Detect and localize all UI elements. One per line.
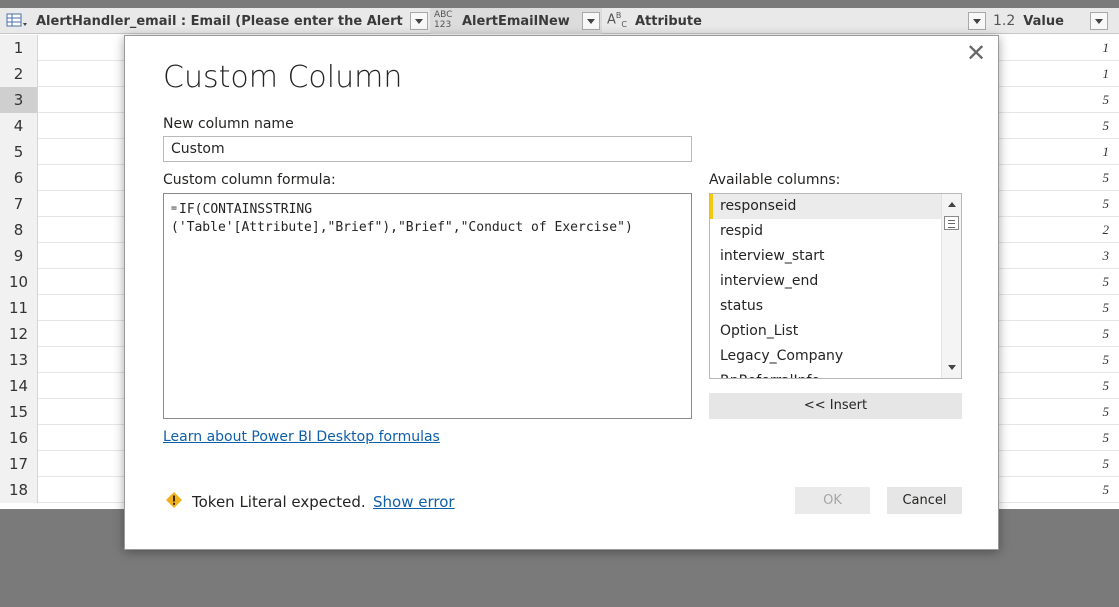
- row-number[interactable]: 2: [0, 61, 38, 87]
- type-decimal-icon: 1.2: [993, 13, 1016, 29]
- available-column-item[interactable]: status: [710, 294, 961, 319]
- type-any-icon: ABC 123: [434, 10, 453, 30]
- available-column-item[interactable]: interview_end: [710, 269, 961, 294]
- formula-line: ('Table'[Attribute],"Brief"),"Brief","Co…: [171, 220, 633, 235]
- list-scrollbar[interactable]: [941, 194, 961, 378]
- column-filter-dropdown[interactable]: [1090, 12, 1108, 30]
- error-message: Token Literal expected.: [192, 493, 366, 511]
- value-cell[interactable]: 1: [1103, 61, 1110, 87]
- row-number[interactable]: 16: [0, 425, 38, 451]
- scroll-down-icon[interactable]: [948, 365, 956, 370]
- row-number[interactable]: 7: [0, 191, 38, 217]
- value-cell[interactable]: 5: [1103, 113, 1110, 139]
- column-header-label: AlertEmailNew: [462, 13, 570, 29]
- formula-label: Custom column formula:: [163, 172, 336, 188]
- available-column-item[interactable]: responseid: [710, 194, 961, 219]
- warning-icon: [166, 492, 182, 508]
- value-cell[interactable]: 5: [1103, 347, 1110, 373]
- close-icon[interactable]: ✕: [964, 41, 988, 66]
- value-cell[interactable]: 5: [1103, 87, 1110, 113]
- value-cell[interactable]: 5: [1103, 165, 1110, 191]
- value-cell[interactable]: 2: [1103, 217, 1110, 243]
- column-header-label: Attribute: [635, 13, 702, 29]
- cancel-button[interactable]: Cancel: [887, 487, 962, 514]
- column-header-attribute[interactable]: ABC Attribute: [603, 8, 963, 34]
- row-number[interactable]: 10: [0, 269, 38, 295]
- available-column-item[interactable]: RpRoferralInfo: [710, 369, 961, 378]
- available-columns-label: Available columns:: [709, 172, 841, 188]
- row-number[interactable]: 15: [0, 399, 38, 425]
- column-header-value[interactable]: 1.2 Value: [990, 8, 1090, 34]
- column-filter-dropdown[interactable]: [582, 12, 600, 30]
- ok-button[interactable]: OK: [795, 487, 870, 514]
- available-column-item[interactable]: Option_List: [710, 319, 961, 344]
- available-columns-items: responseid respid interview_start interview…: [710, 194, 961, 378]
- value-cell[interactable]: 5: [1103, 269, 1110, 295]
- value-cell[interactable]: 5: [1103, 295, 1110, 321]
- scroll-up-icon[interactable]: [948, 202, 956, 207]
- formula-editor[interactable]: = IF(CONTAINSSTRING ('Table'[Attribute],"…: [163, 193, 692, 419]
- scroll-thumb[interactable]: [944, 216, 959, 230]
- column-filter-dropdown[interactable]: [410, 12, 428, 30]
- type-text-icon: ABC: [607, 11, 627, 29]
- row-number[interactable]: 5: [0, 139, 38, 165]
- column-header-alerthandler[interactable]: AlertHandler_email : Email (Please enter…: [36, 8, 406, 34]
- row-number[interactable]: 1: [0, 35, 38, 61]
- new-column-name-label: New column name: [163, 116, 294, 132]
- row-number[interactable]: 18: [0, 477, 38, 503]
- row-number[interactable]: 4: [0, 113, 38, 139]
- insert-button[interactable]: << Insert: [709, 393, 962, 419]
- table-menu-icon[interactable]: [6, 13, 30, 29]
- row-number[interactable]: 12: [0, 321, 38, 347]
- new-column-name-input[interactable]: Custom: [163, 136, 692, 162]
- row-number[interactable]: 17: [0, 451, 38, 477]
- value-cell[interactable]: 5: [1103, 477, 1110, 503]
- available-column-item[interactable]: respid: [710, 219, 961, 244]
- row-number[interactable]: 8: [0, 217, 38, 243]
- column-filter-dropdown[interactable]: [968, 12, 986, 30]
- formula-line: = IF(CONTAINSSTRING: [171, 202, 313, 217]
- value-cell[interactable]: 3: [1103, 243, 1110, 269]
- row-number[interactable]: 6: [0, 165, 38, 191]
- grid-header: AlertHandler_email : Email (Please enter…: [0, 8, 1119, 34]
- value-cell[interactable]: 1: [1103, 139, 1110, 165]
- value-cell[interactable]: 5: [1103, 373, 1110, 399]
- value-cell[interactable]: 5: [1103, 191, 1110, 217]
- available-column-item[interactable]: Legacy_Company: [710, 344, 961, 369]
- dialog-title: Custom Column: [163, 60, 403, 95]
- available-column-item[interactable]: interview_start: [710, 244, 961, 269]
- value-cell[interactable]: 5: [1103, 321, 1110, 347]
- table-icon[interactable]: [6, 8, 36, 34]
- row-number[interactable]: 3: [0, 87, 38, 113]
- show-error-link[interactable]: Show error: [373, 493, 455, 511]
- column-header-label: AlertHandler_email : Email (Please enter…: [36, 13, 406, 29]
- column-header-alertemailnew[interactable]: ABC 123 AlertEmailNew: [430, 8, 602, 34]
- row-number[interactable]: 9: [0, 243, 38, 269]
- formula-equals: =: [171, 203, 178, 214]
- value-cell[interactable]: 5: [1103, 451, 1110, 477]
- column-header-label: Value: [1023, 13, 1064, 29]
- value-cell[interactable]: 5: [1103, 399, 1110, 425]
- row-number[interactable]: 13: [0, 347, 38, 373]
- row-number[interactable]: 14: [0, 373, 38, 399]
- row-number[interactable]: 11: [0, 295, 38, 321]
- custom-column-dialog: ✕ Custom Column New column name Custom C…: [124, 35, 999, 550]
- value-cell[interactable]: 5: [1103, 425, 1110, 451]
- learn-formulas-link[interactable]: Learn about Power BI Desktop formulas: [163, 429, 440, 445]
- value-cell[interactable]: 1: [1103, 35, 1110, 61]
- available-columns-list[interactable]: responseid respid interview_start interview…: [709, 193, 962, 379]
